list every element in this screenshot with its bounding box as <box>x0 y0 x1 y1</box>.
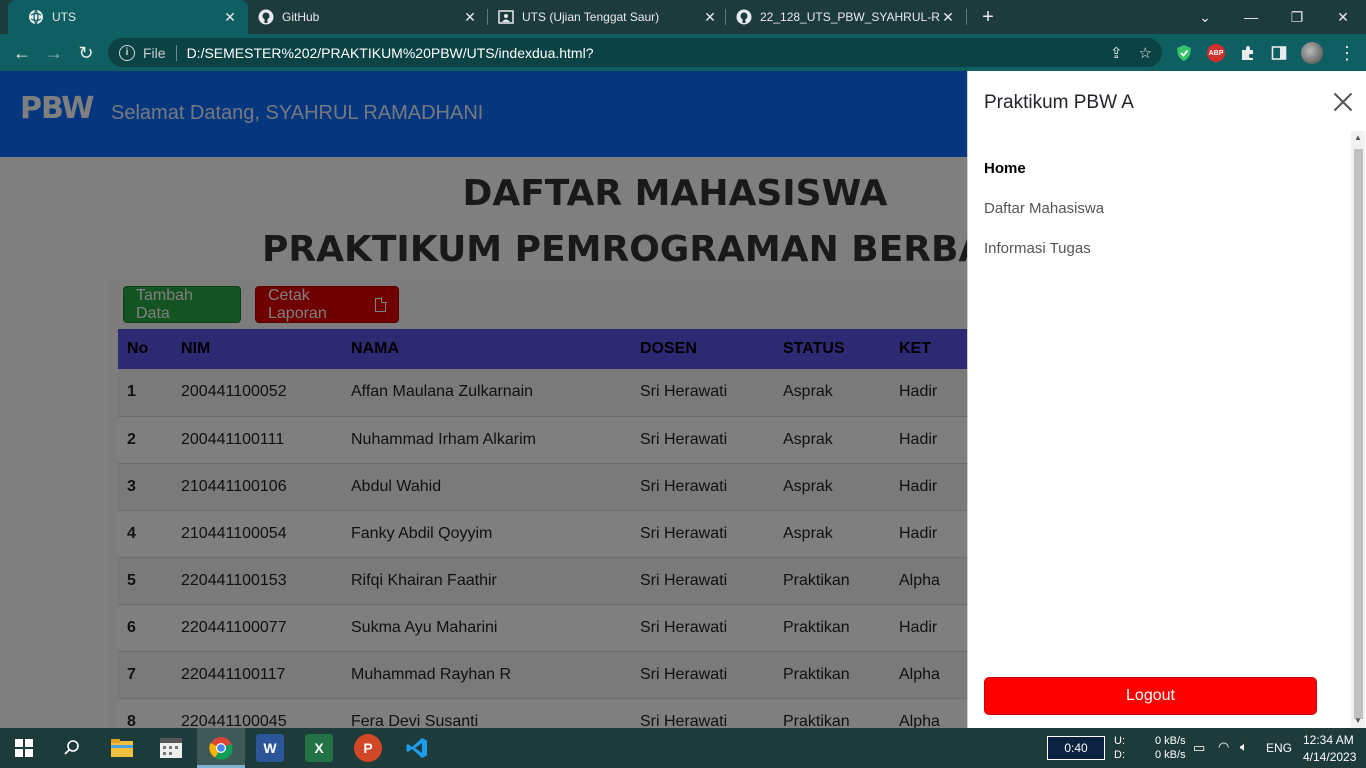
language-indicator[interactable]: ENG <box>1266 741 1292 755</box>
offcanvas-backdrop[interactable] <box>0 71 967 728</box>
omnibox-divider <box>175 44 177 61</box>
tab-title: 22_128_UTS_PBW_SYAHRUL-RAM <box>760 10 940 24</box>
tab-uts[interactable]: UTS ✕ <box>8 0 248 34</box>
menu-kebab-icon[interactable]: ⋮ <box>1336 42 1358 64</box>
scroll-up-icon[interactable]: ▲ <box>1353 133 1363 142</box>
close-tab-icon[interactable]: ✕ <box>940 9 956 26</box>
logout-button[interactable]: Logout <box>984 677 1317 715</box>
tab-search-dropdown-icon[interactable]: ⌄ <box>1182 0 1228 34</box>
network-icon[interactable]: ◠ <box>1218 739 1229 755</box>
battery-plug-icon[interactable]: ▭ <box>1193 740 1205 756</box>
profile-avatar[interactable] <box>1301 42 1323 64</box>
volume-icon[interactable]: 🔈︎ <box>1240 739 1248 755</box>
extensions-puzzle-icon[interactable] <box>1237 42 1259 64</box>
net-upload-label: U: <box>1114 735 1125 747</box>
clock-time[interactable]: 12:34 AM <box>1303 733 1354 747</box>
github-icon <box>258 9 274 25</box>
tab-title: UTS <box>52 10 76 24</box>
adblock-plus-icon[interactable]: ABP <box>1207 44 1225 62</box>
nav-link-home[interactable]: Home <box>984 159 1104 199</box>
url-text[interactable]: D:/SEMESTER%202/PRAKTIKUM%20PBW/UTS/inde… <box>187 45 594 61</box>
vscode-icon[interactable] <box>403 734 431 762</box>
offcanvas-menu: Praktikum PBW A Home Daftar Mahasiswa In… <box>967 71 1366 728</box>
new-tab-button[interactable]: + <box>978 5 998 29</box>
site-info-icon[interactable]: i <box>119 44 135 61</box>
net-download-label: D: <box>1114 749 1125 761</box>
back-button[interactable]: ← <box>9 40 35 66</box>
offcanvas-scrollbar[interactable]: ▲ ▼ <box>1351 131 1365 728</box>
page-viewport: PBW Selamat Datang, SYAHRUL RAMADHANI DA… <box>0 71 1366 728</box>
browser-tab-strip: UTS ✕ GitHub ✕ UTS (Ujian Tenggat Saur) … <box>0 0 1366 34</box>
scroll-down-icon[interactable]: ▼ <box>1353 716 1363 725</box>
shield-extension-icon[interactable] <box>1173 42 1195 64</box>
forward-button[interactable]: → <box>41 40 67 66</box>
scheme-label: File <box>143 44 166 61</box>
reload-button[interactable]: ↻ <box>73 40 99 66</box>
calendar-app-icon[interactable] <box>157 734 185 762</box>
offcanvas-title: Praktikum PBW A <box>984 92 1134 113</box>
windows-start-icon[interactable] <box>10 734 38 762</box>
tab-title: GitHub <box>282 10 320 24</box>
globe-icon <box>28 9 44 25</box>
tab-github-repo[interactable]: 22_128_UTS_PBW_SYAHRUL-RAM ✕ <box>716 0 966 34</box>
net-download-value: 0 kB/s <box>1155 749 1186 761</box>
tab-github[interactable]: GitHub ✕ <box>238 0 488 34</box>
battery-time: 0:40 <box>1064 741 1088 755</box>
chrome-icon[interactable] <box>207 734 235 762</box>
nav-link-informasi-tugas[interactable]: Informasi Tugas <box>984 239 1104 279</box>
search-icon[interactable] <box>58 734 86 762</box>
github-icon <box>736 9 752 25</box>
powerpoint-icon[interactable]: P <box>354 734 382 762</box>
close-tab-icon[interactable]: ✕ <box>222 9 238 26</box>
clock-date[interactable]: 4/14/2023 <box>1303 750 1356 764</box>
restore-button[interactable]: ❐ <box>1274 0 1320 34</box>
offcanvas-nav: Home Daftar Mahasiswa Informasi Tugas <box>984 159 1104 279</box>
share-icon[interactable]: ⇪ <box>1110 44 1123 62</box>
excel-icon[interactable]: X <box>305 734 333 762</box>
classroom-icon <box>498 9 514 25</box>
scrollbar-thumb[interactable] <box>1354 149 1363 719</box>
close-icon[interactable] <box>1332 91 1354 113</box>
tab-separator <box>966 9 967 25</box>
address-bar[interactable]: i File D:/SEMESTER%202/PRAKTIKUM%20PBW/U… <box>108 38 1162 67</box>
battery-indicator[interactable]: 0:40 <box>1047 736 1105 760</box>
net-upload-value: 0 kB/s <box>1155 735 1186 747</box>
browser-toolbar: ← → ↻ i File D:/SEMESTER%202/PRAKTIKUM%2… <box>0 34 1366 71</box>
bookmark-star-icon[interactable]: ☆ <box>1139 44 1152 62</box>
minimize-button[interactable]: — <box>1228 0 1274 34</box>
word-icon[interactable]: W <box>256 734 284 762</box>
side-panel-icon[interactable] <box>1268 42 1290 64</box>
logout-label: Logout <box>1126 687 1175 704</box>
close-window-button[interactable]: ✕ <box>1320 0 1366 34</box>
nav-link-daftar-mahasiswa[interactable]: Daftar Mahasiswa <box>984 199 1104 239</box>
tab-title: UTS (Ujian Tenggat Saur) <box>522 10 660 24</box>
close-tab-icon[interactable]: ✕ <box>462 9 478 26</box>
tab-classroom[interactable]: UTS (Ujian Tenggat Saur) ✕ <box>478 0 728 34</box>
file-explorer-icon[interactable] <box>108 734 136 762</box>
windows-taskbar: W X P 0:40 U: D: 0 kB/s 0 kB/s ▭ ◠ 🔈︎ EN… <box>0 728 1366 768</box>
